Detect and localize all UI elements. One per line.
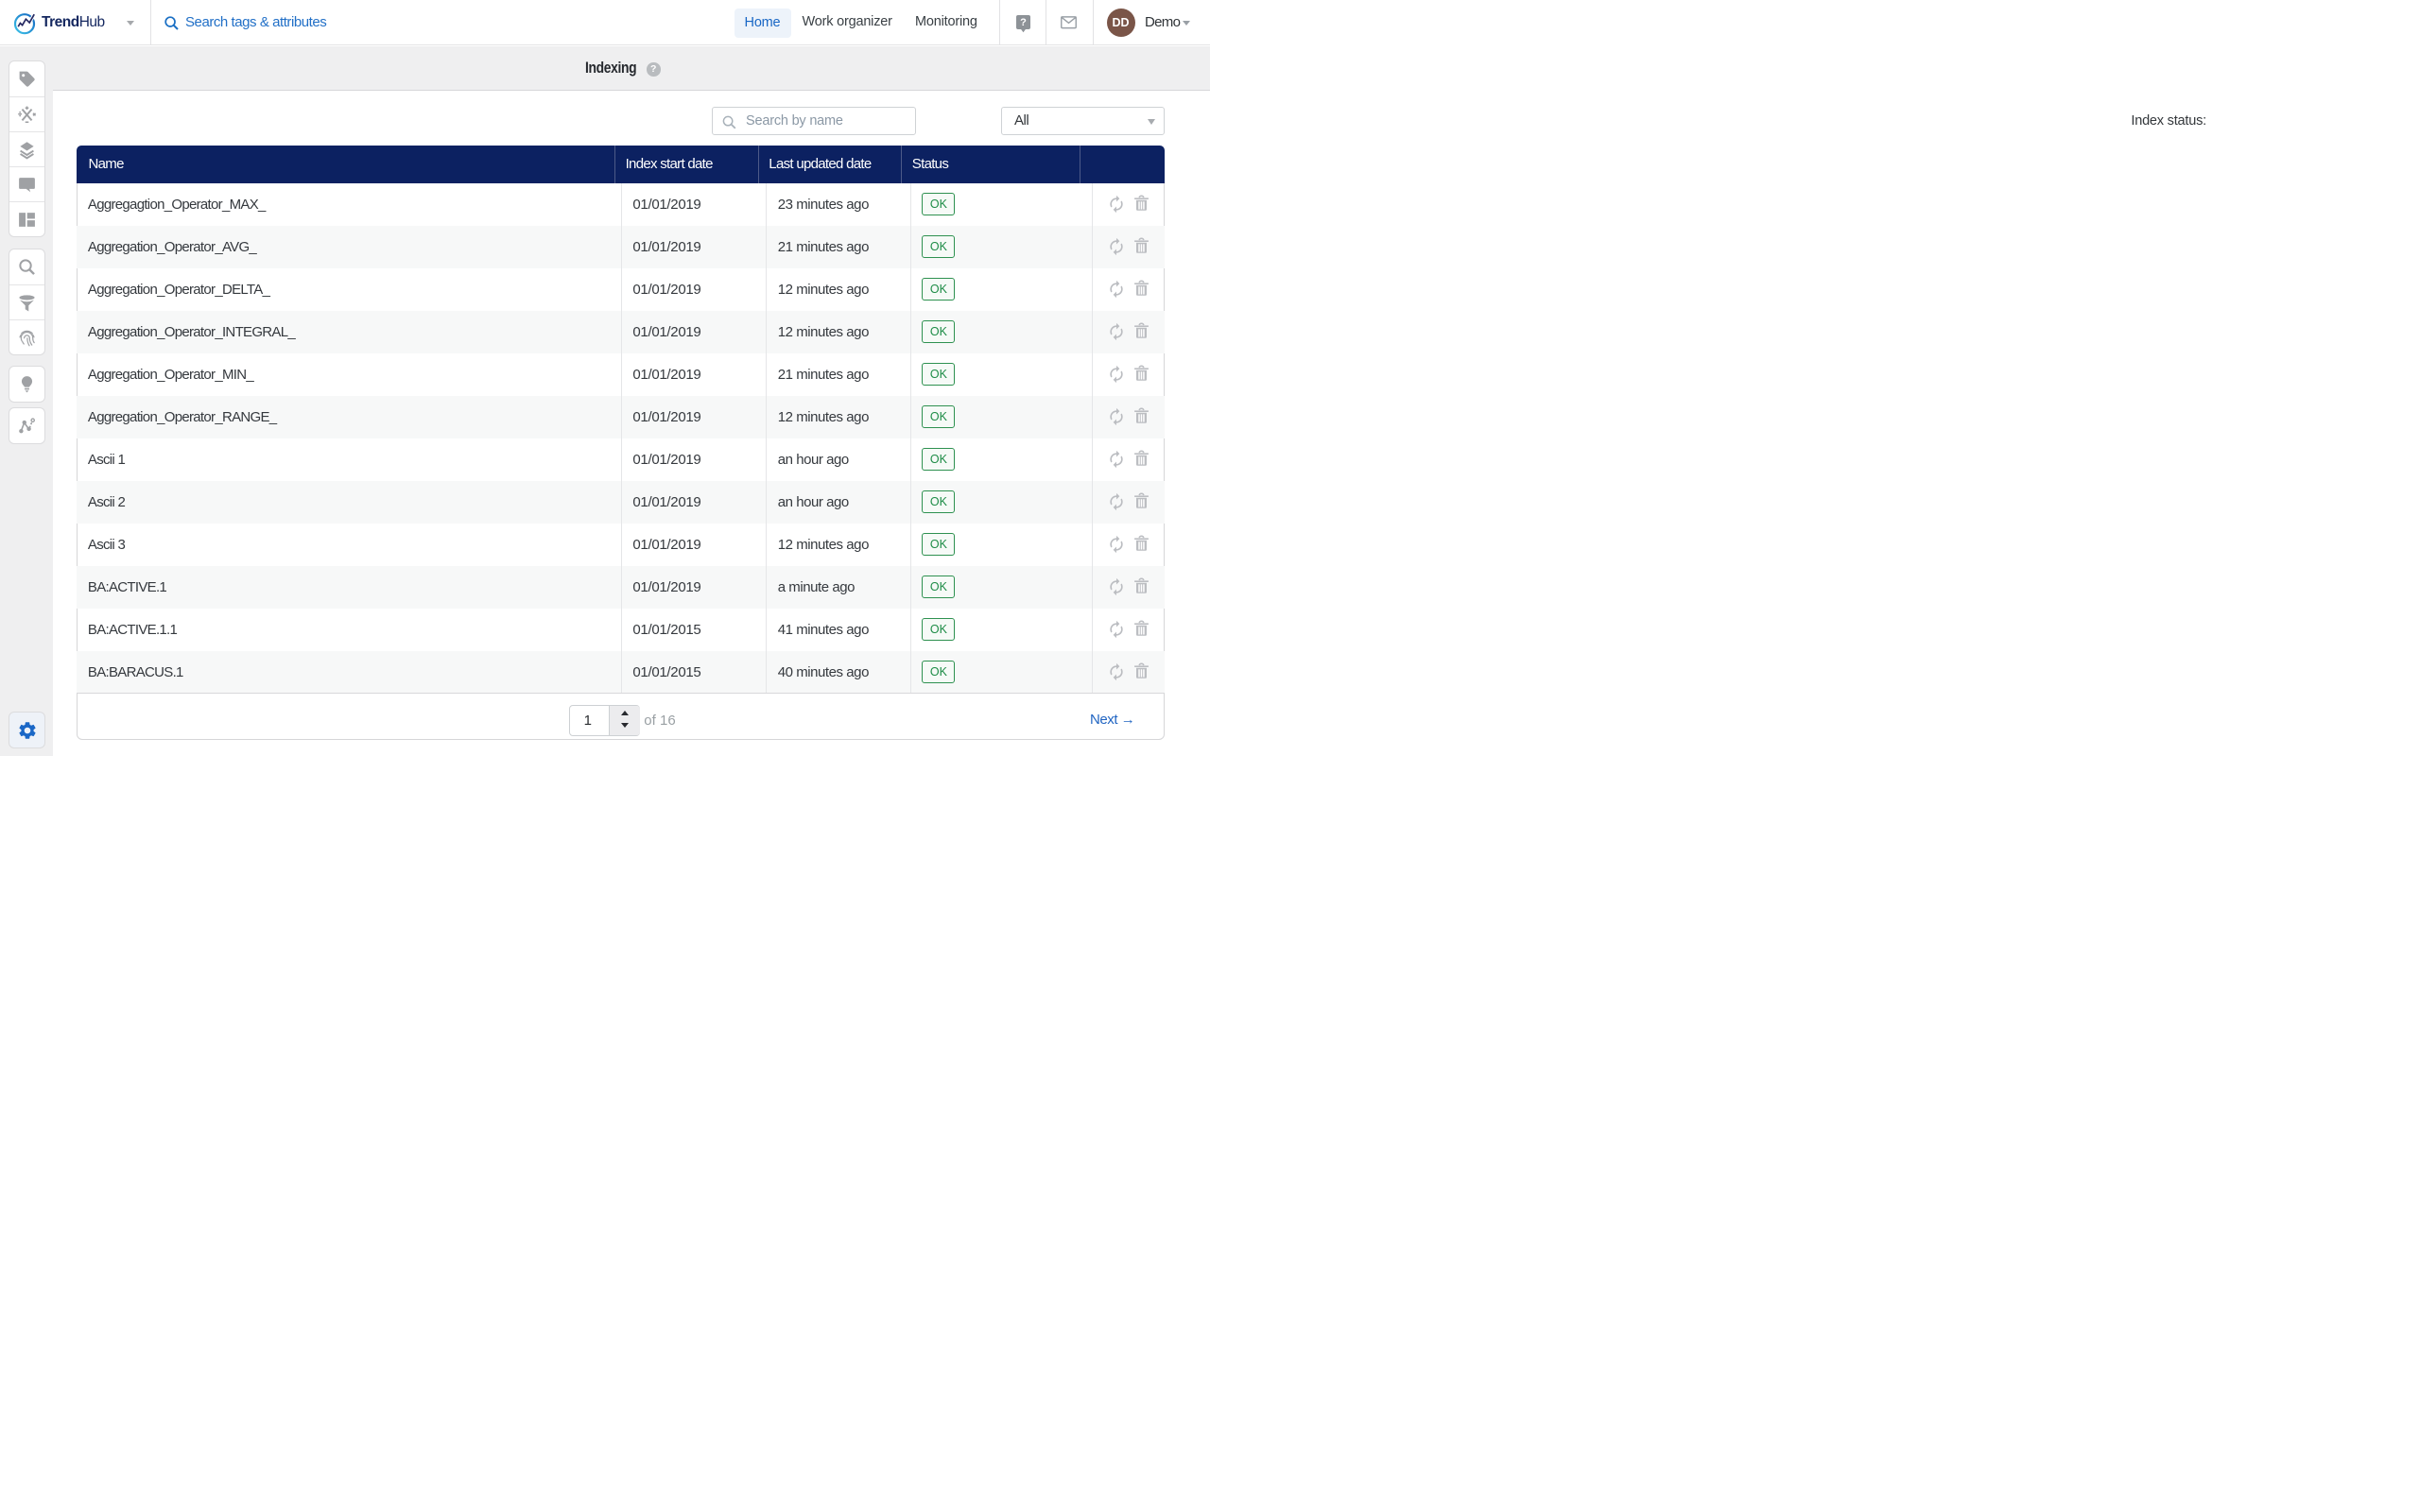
svg-text:?: ?: [1020, 17, 1027, 28]
